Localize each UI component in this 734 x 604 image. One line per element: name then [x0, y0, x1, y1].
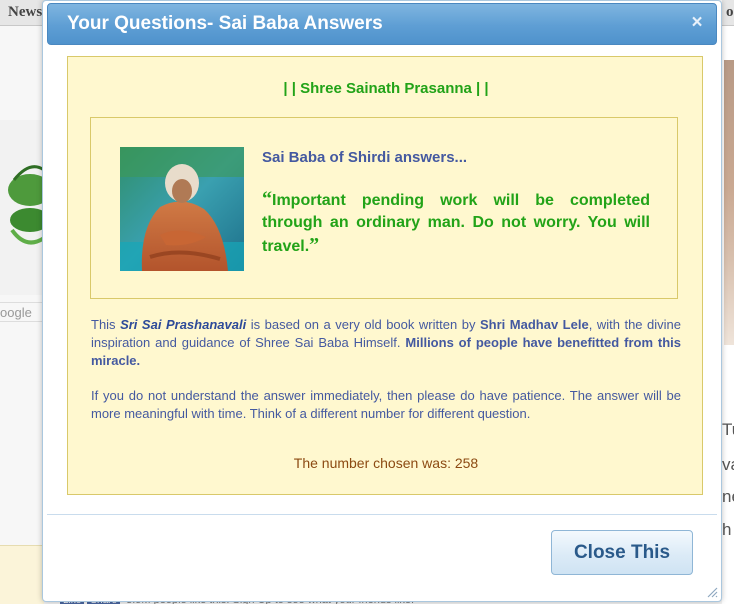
answer-box: Sai Baba of Shirdi answers... “Important…	[90, 117, 678, 299]
answer-body: Important pending work will be completed…	[262, 192, 650, 255]
footer-divider	[47, 514, 717, 515]
green-leaf-logo	[8, 165, 44, 245]
patience-paragraph: If you do not understand the answer imme…	[91, 388, 681, 421]
background-right-text-3: ne	[722, 487, 734, 506]
background-right-text-4: h	[722, 520, 732, 539]
resize-grip-icon[interactable]	[706, 586, 718, 598]
shree-sainath-heading: | | Shree Sainath Prasanna | |	[283, 80, 489, 97]
background-right-text-1: Tu	[722, 420, 734, 439]
sai-baba-image	[120, 147, 244, 271]
author-name: Shri Madhav Lele	[479, 317, 589, 332]
book-title: Sri Sai Prashanavali	[120, 317, 247, 332]
dialog-title: Your Questions- Sai Baba Answers	[67, 13, 383, 34]
background-google-text: oogle	[0, 302, 44, 322]
background-right-text-2: va	[722, 455, 734, 474]
dialog-titlebar[interactable]: Your Questions- Sai Baba Answers ×	[47, 3, 717, 45]
background-left-yellow-strip	[0, 545, 44, 604]
about-text-mid: is based on a very old book written by	[246, 317, 480, 332]
close-quote: ”	[309, 234, 320, 256]
answer-heading: Sai Baba of Shirdi answers...	[262, 149, 468, 166]
close-icon[interactable]: ×	[688, 13, 706, 33]
open-quote: “	[262, 188, 272, 210]
answer-content-box: | | Shree Sainath Prasanna | | Sai Baba …	[67, 56, 703, 495]
background-tab-news: News	[0, 0, 46, 26]
background-tab-right: o	[722, 0, 734, 26]
about-text-start: This	[91, 317, 121, 332]
about-paragraph: This Sri Sai Prashanavali is based on a …	[91, 316, 681, 370]
answer-text: “Important pending work will be complete…	[262, 188, 650, 258]
close-this-button[interactable]: Close This	[551, 530, 693, 575]
background-left-image-area	[0, 120, 44, 295]
number-chosen-text: The number chosen was: 258	[293, 455, 479, 471]
answer-dialog: Your Questions- Sai Baba Answers × | | S…	[42, 0, 722, 602]
background-right-photo	[724, 60, 734, 345]
